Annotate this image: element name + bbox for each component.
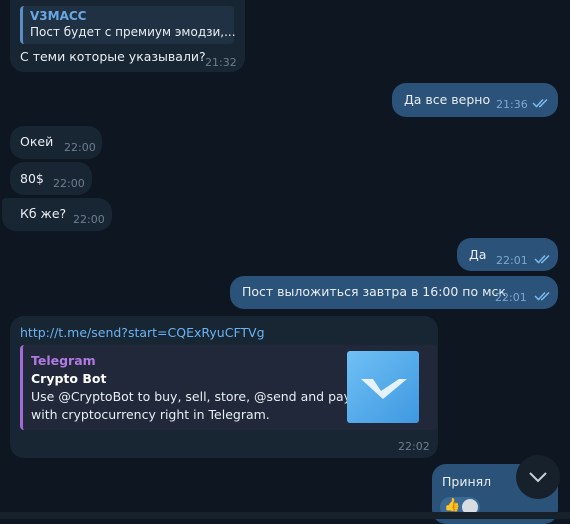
message-time: 22:01 xyxy=(495,291,527,304)
message-text: Да все верно xyxy=(404,92,491,107)
message-time: 21:36 xyxy=(496,98,528,111)
message-time: 22:02 xyxy=(398,440,430,453)
message-time: 21:32 xyxy=(205,56,237,69)
message-incoming[interactable]: V3MACC Пост будет с премиум эмодзи,... С… xyxy=(10,0,245,72)
message-incoming[interactable]: Кб же? 22:00 xyxy=(2,198,112,231)
double-check-icon xyxy=(534,254,550,264)
message-text: Да xyxy=(469,247,487,262)
double-check-icon xyxy=(534,291,550,301)
reply-quote[interactable]: V3MACC Пост будет с премиум эмодзи,... xyxy=(20,6,236,44)
preview-site: Telegram xyxy=(31,353,96,368)
bottom-bar xyxy=(0,512,570,519)
preview-title: Crypto Bot xyxy=(31,371,107,386)
message-incoming[interactable]: http://t.me/send?start=CQExRyuCFTVg Tele… xyxy=(10,316,438,458)
message-text: Пост выложиться завтра в 16:00 по мск xyxy=(242,284,506,299)
message-time: 22:00 xyxy=(53,177,85,190)
message-incoming[interactable]: Окей 22:00 xyxy=(10,126,102,159)
message-outgoing[interactable]: Да 22:01 xyxy=(457,238,558,271)
message-text: Принял xyxy=(442,474,492,489)
message-outgoing[interactable]: Да все верно 21:36 xyxy=(392,83,558,117)
crypto-bot-logo-mark xyxy=(361,379,407,399)
message-link[interactable]: http://t.me/send?start=CQExRyuCFTVg xyxy=(20,325,265,341)
message-text: Кб же? xyxy=(20,206,67,221)
message-outgoing[interactable]: Пост выложиться завтра в 16:00 по мск 22… xyxy=(230,276,558,309)
preview-description: with cryptocurrency right in Telegram. xyxy=(31,407,270,422)
message-time: 22:00 xyxy=(64,141,96,154)
crypto-bot-logo xyxy=(347,351,419,423)
preview-description: Use @CryptoBot to buy, sell, store, @sen… xyxy=(31,389,352,404)
scroll-down-button[interactable] xyxy=(516,455,560,499)
message-incoming[interactable]: 80$ 22:00 xyxy=(10,162,92,195)
link-preview[interactable]: Telegram Crypto Bot Use @CryptoBot to bu… xyxy=(20,345,437,430)
chevron-down-icon xyxy=(529,472,547,483)
reply-author: V3MACC xyxy=(30,9,87,23)
reply-text: Пост будет с премиум эмодзи,... xyxy=(30,25,236,39)
message-text: Окей xyxy=(20,134,54,149)
double-check-icon xyxy=(532,98,548,108)
message-time: 22:01 xyxy=(496,254,528,267)
message-text: С теми которые указывали? xyxy=(20,49,206,64)
message-text: 80$ xyxy=(20,171,44,186)
message-time: 22:00 xyxy=(73,213,105,226)
